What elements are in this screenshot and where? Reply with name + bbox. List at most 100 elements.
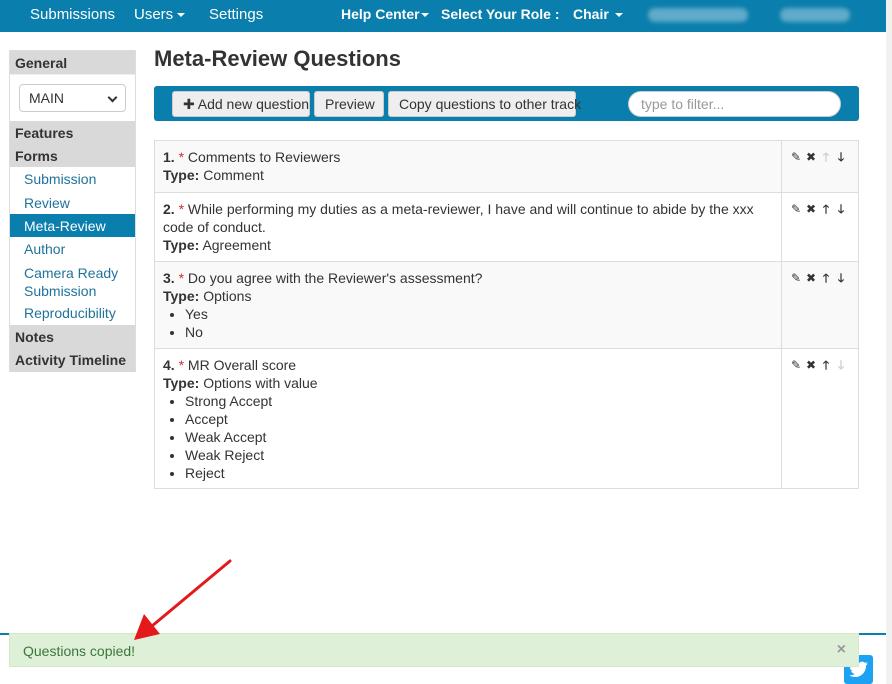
list-item: No (185, 323, 773, 341)
question-text: MR Overall score (187, 357, 297, 373)
arrow-down-icon: 🡓 (837, 358, 845, 372)
delete-icon[interactable]: ✖ (805, 272, 817, 285)
vertical-scrollbar[interactable] (886, 0, 892, 684)
chevron-down-icon (107, 92, 118, 103)
camera-ready-line2: Submission (24, 283, 97, 299)
delete-icon[interactable]: ✖ (805, 151, 817, 164)
sidebar-item-author-feedback[interactable]: Author Feedback (10, 237, 135, 275)
sidebar-item-camera-ready[interactable]: Camera Ready Submission (10, 261, 135, 301)
question-number: 3. (163, 270, 175, 286)
question-cell: 3. * Do you agree with the Reviewer's as… (155, 262, 782, 348)
required-marker: * (178, 357, 185, 373)
chevron-down-icon (420, 13, 429, 18)
track-select[interactable]: MAIN (19, 84, 126, 112)
list-item: Yes (185, 305, 773, 323)
question-number: 2. (163, 201, 175, 217)
filter-input[interactable]: type to filter... (628, 91, 841, 117)
sidebar-item-submission[interactable]: Submission (10, 167, 135, 191)
required-marker: * (178, 149, 185, 165)
edit-icon[interactable]: ✎ (790, 151, 802, 164)
sidebar-notes[interactable]: Notes (10, 325, 135, 348)
camera-ready-line1: Camera Ready (24, 265, 119, 281)
table-row: 4. * MR Overall score Type: Options with… (155, 349, 858, 488)
sidebar-features[interactable]: Features (10, 121, 135, 144)
row-actions: ✎ ✖ 🡑 🡓 (790, 272, 850, 286)
type-value: Options (203, 288, 252, 304)
required-marker: * (178, 201, 185, 217)
type-value: Agreement (202, 237, 271, 253)
track-select-value: MAIN (29, 90, 64, 106)
arrow-up-icon[interactable]: 🡑 (820, 272, 832, 285)
role-dropdown[interactable]: Chair (573, 6, 623, 22)
arrow-down-icon[interactable]: 🡓 (835, 151, 847, 164)
plus-icon: ✚ (183, 96, 195, 112)
table-row: 2. * While performing my duties as a met… (155, 193, 858, 262)
redacted-user-info (648, 8, 748, 22)
add-question-label: Add new question (197, 96, 310, 112)
question-cell: 2. * While performing my duties as a met… (155, 193, 782, 261)
arrow-up-icon: 🡑 (822, 150, 830, 164)
success-alert: Questions copied! × (9, 633, 859, 667)
sidebar-item-review[interactable]: Review (10, 191, 135, 214)
nav-submissions[interactable]: Submissions (30, 6, 115, 23)
question-text: Do you agree with the Reviewer's assessm… (187, 270, 483, 286)
row-actions: ✎ ✖ 🡑 🡓 (790, 151, 850, 165)
question-title: 2. * While performing my duties as a met… (163, 200, 773, 236)
edit-icon[interactable]: ✎ (790, 203, 802, 216)
list-item: Weak Reject (185, 446, 773, 464)
select-role-label: Select Your Role : (441, 6, 560, 22)
question-cell: 4. * MR Overall score Type: Options with… (155, 349, 782, 488)
question-cell: 1. * Comments to Reviewers Type: Comment (155, 141, 782, 192)
add-question-button[interactable]: ✚ Add new question (172, 91, 310, 117)
sidebar-general[interactable]: General (10, 51, 135, 74)
nav-users[interactable]: Users (134, 6, 186, 23)
nav-users-label: Users (134, 6, 174, 23)
edit-icon[interactable]: ✎ (790, 272, 802, 285)
sidebar-forms[interactable]: Forms (10, 144, 135, 167)
edit-icon[interactable]: ✎ (790, 359, 802, 372)
question-text: While performing my duties as a meta-rev… (163, 201, 754, 235)
question-type: Type: Comment (163, 166, 773, 184)
page-title: Meta-Review Questions (154, 46, 401, 71)
question-title: 4. * MR Overall score (163, 356, 773, 374)
sidebar-item-reproducibility[interactable]: Reproducibility (10, 301, 135, 325)
alert-message: Questions copied! (23, 643, 136, 659)
question-type: Type: Options (163, 287, 773, 305)
delete-icon[interactable]: ✖ (805, 359, 817, 372)
question-title: 1. * Comments to Reviewers (163, 148, 773, 166)
sidebar-activity-timeline[interactable]: Activity Timeline (10, 348, 135, 372)
type-label: Type: (163, 375, 200, 391)
question-number: 1. (163, 149, 175, 165)
type-label: Type: (163, 288, 200, 304)
arrow-up-icon[interactable]: 🡑 (820, 203, 832, 216)
nav-help-center[interactable]: Help Center (341, 6, 429, 22)
type-value: Comment (203, 167, 264, 183)
required-marker: * (178, 270, 185, 286)
nav-settings[interactable]: Settings (209, 6, 263, 23)
list-item: Strong Accept (185, 392, 773, 410)
question-title: 3. * Do you agree with the Reviewer's as… (163, 269, 773, 287)
table-row: 3. * Do you agree with the Reviewer's as… (155, 262, 858, 349)
type-value: Options with value (203, 375, 318, 391)
arrow-down-icon[interactable]: 🡓 (835, 272, 847, 285)
delete-icon[interactable]: ✖ (805, 203, 817, 216)
chevron-down-icon (177, 13, 186, 18)
close-icon[interactable]: × (837, 641, 846, 659)
options-list: Yes No (185, 305, 773, 341)
role-label: Chair (573, 6, 609, 22)
top-nav: Submissions Users Settings Help Center S… (0, 0, 886, 32)
type-label: Type: (163, 167, 200, 183)
arrow-down-icon[interactable]: 🡓 (835, 203, 847, 216)
question-type: Type: Agreement (163, 236, 773, 254)
arrow-up-icon[interactable]: 🡑 (820, 359, 832, 372)
list-item: Reject (185, 464, 773, 482)
sidebar-item-meta-review[interactable]: Meta-Review (10, 214, 135, 237)
row-actions: ✎ ✖ 🡑 🡓 (790, 203, 850, 217)
list-item: Accept (185, 410, 773, 428)
question-text: Comments to Reviewers (187, 149, 341, 165)
chevron-down-icon (614, 13, 623, 18)
list-item: Weak Accept (185, 428, 773, 446)
preview-button[interactable]: Preview (314, 91, 384, 117)
copy-questions-button[interactable]: Copy questions to other track (388, 91, 581, 117)
question-type: Type: Options with value (163, 374, 773, 392)
